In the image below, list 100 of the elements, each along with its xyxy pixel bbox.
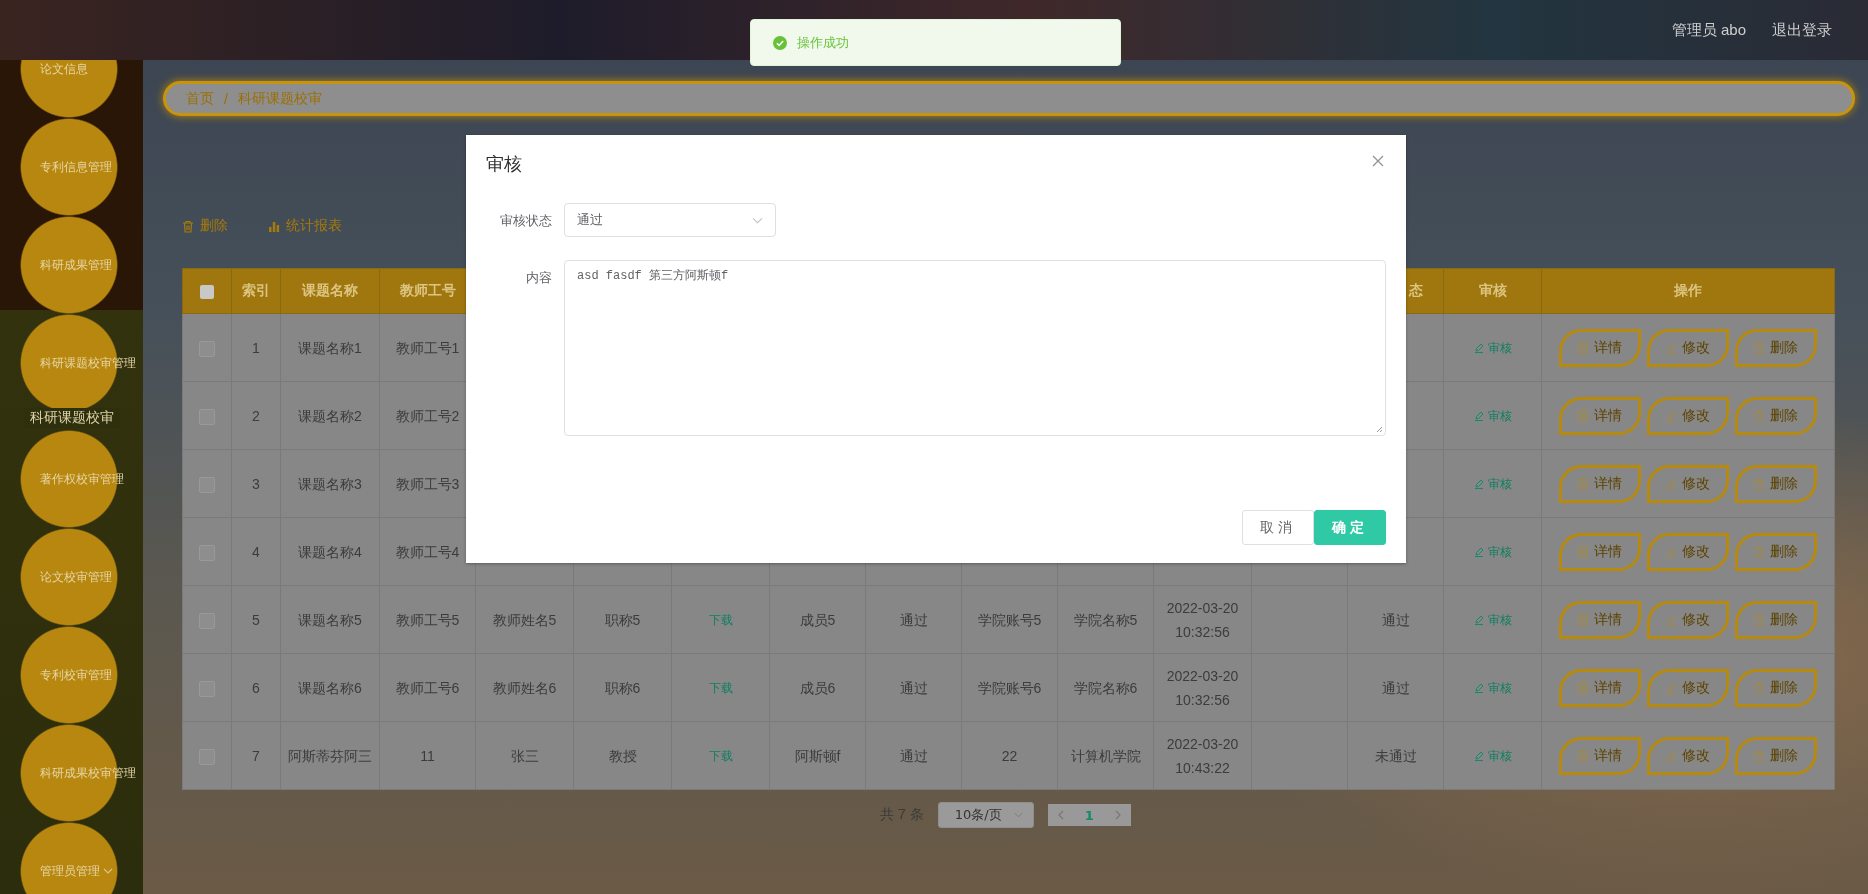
resize-handle-icon[interactable] — [1375, 425, 1383, 433]
table-cell: 教师工号3 — [395, 475, 460, 492]
action-button[interactable]: 删除 — [1735, 396, 1817, 435]
table-cell: 通过 — [899, 747, 928, 764]
table-cell: 通过 — [899, 611, 928, 628]
action-button[interactable]: 删除 — [1735, 668, 1817, 707]
action-button[interactable]: 修改 — [1647, 600, 1729, 639]
sidebar-subitem[interactable]: 科研课题校审 — [24, 408, 120, 428]
action-button[interactable]: 详情 — [1559, 464, 1641, 503]
trash-icon — [1754, 341, 1764, 354]
pencil-icon — [1666, 681, 1676, 694]
action-button[interactable]: 详情 — [1559, 736, 1641, 775]
field-label: 内容 — [525, 269, 553, 287]
table-cell: 4 — [252, 543, 260, 560]
audit-link[interactable]: 审核 — [1473, 403, 1512, 428]
table-cell: 教师工号4 — [395, 543, 460, 560]
toolbar-button[interactable]: 删除 — [180, 216, 230, 236]
download-link[interactable]: 下载 — [708, 749, 733, 763]
action-button[interactable]: 修改 — [1647, 668, 1729, 707]
action-button[interactable]: 详情 — [1559, 328, 1641, 367]
audit-link[interactable]: 审核 — [1473, 539, 1512, 564]
breadcrumb-separator: / — [224, 90, 228, 107]
table-cell: 7 — [252, 747, 260, 764]
table-cell: 3 — [252, 475, 260, 492]
action-button[interactable]: 删除 — [1735, 600, 1817, 639]
audit-link[interactable]: 审核 — [1473, 743, 1512, 768]
pencil-icon — [1666, 613, 1676, 626]
document-icon — [1578, 545, 1588, 558]
pencil-icon — [1666, 749, 1676, 762]
table-cell: 2022-03-20 10:43:22 — [1166, 735, 1239, 776]
table-cell: 6 — [252, 679, 260, 696]
audit-link[interactable]: 审核 — [1473, 335, 1512, 360]
action-button[interactable]: 修改 — [1647, 532, 1729, 571]
chevron-down-icon — [1013, 812, 1023, 818]
bar-chart-icon — [268, 220, 280, 232]
trash-icon — [1754, 613, 1764, 626]
action-button[interactable]: 删除 — [1735, 464, 1817, 503]
page-number[interactable]: 1 — [1081, 807, 1097, 823]
content-textarea[interactable]: asd fasdf 第三方阿斯顿f — [564, 260, 1386, 436]
column-header: 审核 — [1478, 282, 1507, 298]
close-icon[interactable] — [1372, 155, 1384, 167]
table-cell: 课题名称4 — [298, 543, 362, 560]
cancel-button[interactable]: 取消 — [1242, 510, 1314, 545]
action-button[interactable]: 详情 — [1559, 600, 1641, 639]
dialog-title: 审核 — [486, 153, 522, 176]
breadcrumb-link[interactable]: 首页 — [186, 89, 214, 108]
user-name[interactable]: 管理员 abo — [1671, 20, 1746, 40]
action-button[interactable]: 修改 — [1647, 736, 1729, 775]
column-header: 课题名称 — [302, 282, 358, 298]
next-page-icon[interactable] — [1114, 810, 1121, 820]
action-button[interactable]: 删除 — [1735, 328, 1817, 367]
table-cell: 教师工号5 — [395, 611, 460, 628]
field-label: 审核状态 — [499, 212, 553, 230]
confirm-button[interactable]: 确定 — [1314, 510, 1386, 545]
audit-link[interactable]: 审核 — [1473, 675, 1512, 700]
document-icon — [1578, 477, 1588, 490]
status-select[interactable]: 通过 — [564, 203, 776, 237]
action-button[interactable]: 详情 — [1559, 532, 1641, 571]
table-cell: 课题名称2 — [298, 407, 362, 424]
pencil-icon — [1473, 750, 1484, 761]
logout-link[interactable]: 退出登录 — [1772, 20, 1832, 40]
table-cell: 阿斯顿f — [794, 747, 841, 764]
table-cell: 通过 — [1381, 611, 1410, 628]
table-cell: 22 — [1001, 747, 1018, 764]
table-cell: 2022-03-20 10:32:56 — [1166, 599, 1239, 640]
previous-page-icon[interactable] — [1057, 810, 1064, 820]
breadcrumb-link[interactable]: 科研课题校审 — [237, 89, 322, 108]
table-cell: 教授 — [608, 747, 637, 764]
trash-icon — [1754, 409, 1764, 422]
action-button[interactable]: 详情 — [1559, 396, 1641, 435]
table-cell: 教师工号2 — [395, 407, 460, 424]
page-size-select[interactable]: 10条/页 — [937, 802, 1034, 828]
action-button[interactable]: 详情 — [1559, 668, 1641, 707]
pencil-icon — [1473, 478, 1484, 489]
pencil-icon — [1666, 545, 1676, 558]
download-link[interactable]: 下载 — [708, 681, 733, 695]
document-icon — [1578, 409, 1588, 422]
audit-link[interactable]: 审核 — [1473, 471, 1512, 496]
success-toast: 操作成功 — [750, 19, 1121, 66]
pencil-icon — [1473, 682, 1484, 693]
column-header: 索引 — [242, 282, 270, 298]
table-cell: 11 — [420, 747, 435, 764]
document-icon — [1578, 341, 1588, 354]
toolbar-button[interactable]: 统计报表 — [266, 216, 344, 236]
table-cell: 阿斯蒂芬阿三 — [288, 747, 372, 764]
action-button[interactable]: 修改 — [1647, 396, 1729, 435]
action-button[interactable]: 删除 — [1735, 532, 1817, 571]
pencil-icon — [1473, 546, 1484, 557]
action-button[interactable]: 修改 — [1647, 328, 1729, 367]
trash-icon — [1754, 681, 1764, 694]
download-link[interactable]: 下载 — [708, 613, 733, 627]
table-cell: 教师姓名6 — [492, 679, 557, 696]
action-button[interactable]: 修改 — [1647, 464, 1729, 503]
action-button[interactable]: 删除 — [1735, 736, 1817, 775]
pencil-icon — [1473, 410, 1484, 421]
table-cell: 课题名称6 — [298, 679, 362, 696]
select-all-checkbox[interactable] — [200, 285, 214, 300]
table-cell: 2 — [252, 407, 260, 424]
audit-link[interactable]: 审核 — [1473, 607, 1512, 632]
table-cell: 计算机学院 — [1070, 747, 1141, 764]
